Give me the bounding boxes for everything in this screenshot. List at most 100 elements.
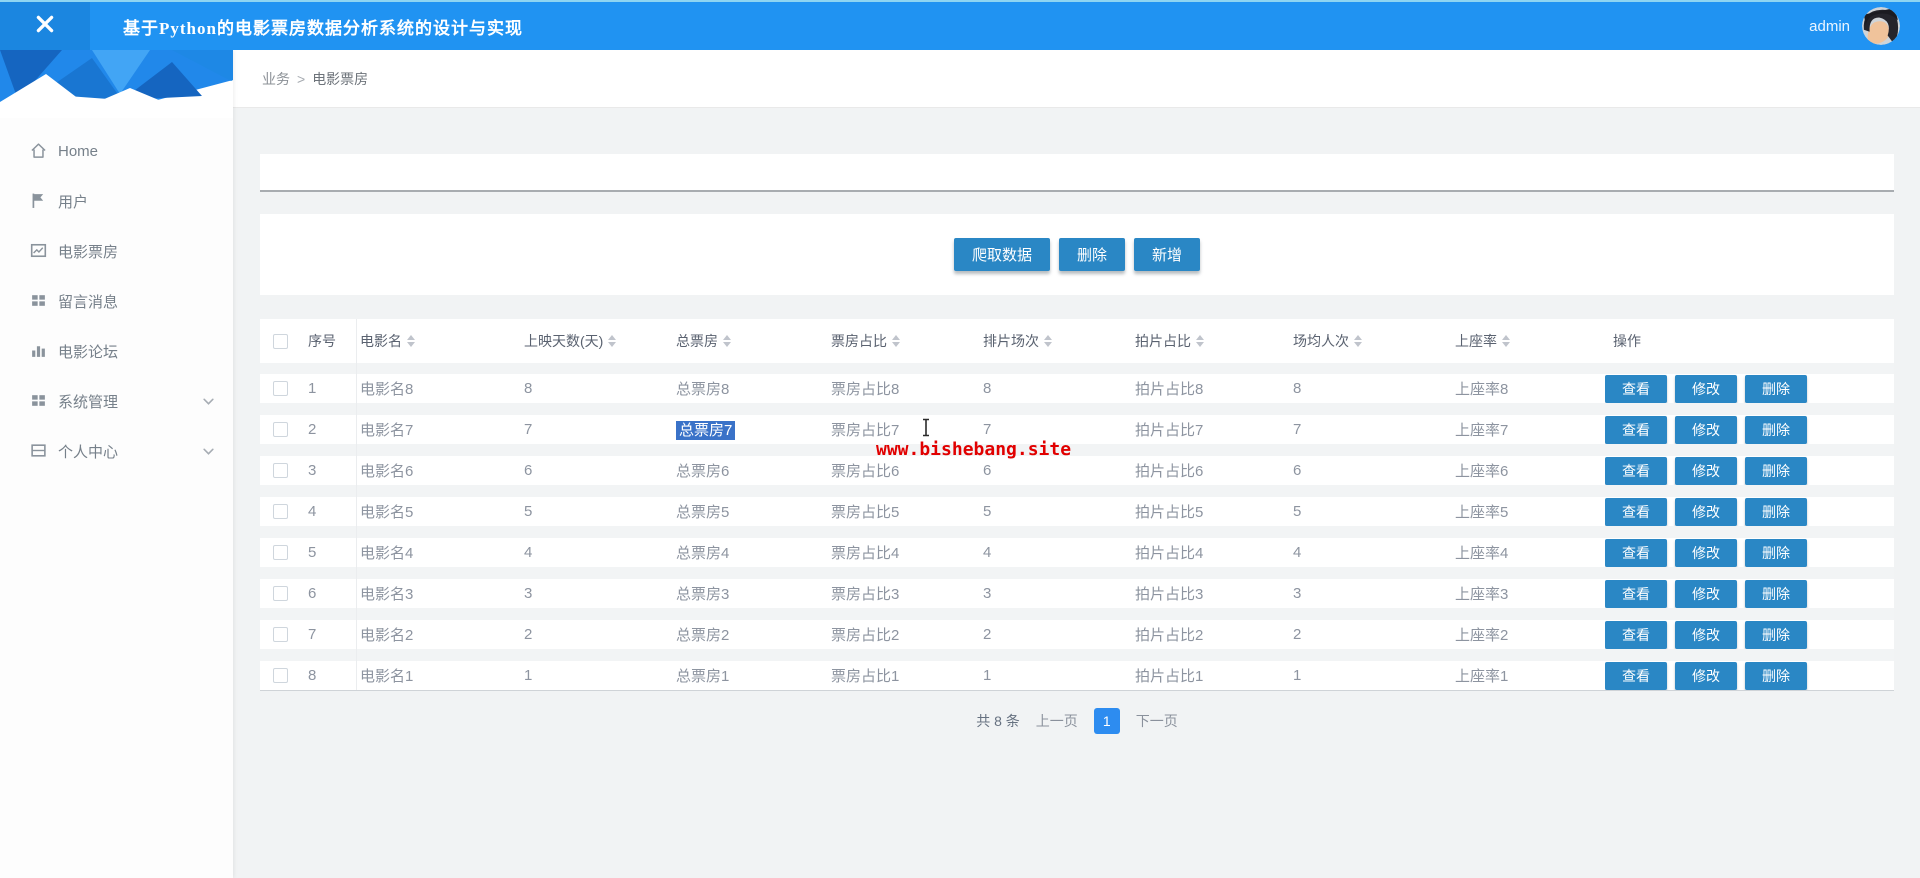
close-icon <box>34 13 56 40</box>
edit-button[interactable]: 修改 <box>1675 456 1737 485</box>
breadcrumb-current: 电影票房 <box>312 70 369 87</box>
sort-control[interactable] <box>723 335 731 347</box>
table-cell: 7 <box>1293 421 1302 438</box>
row-checkbox[interactable] <box>272 668 288 683</box>
sidebar-item-users[interactable]: 用户 <box>0 176 233 226</box>
table-cell: 总票房3 <box>676 586 730 603</box>
delete-row-button[interactable]: 删除 <box>1745 374 1807 403</box>
home-icon <box>30 142 48 160</box>
delete-row-button[interactable]: 删除 <box>1745 661 1807 690</box>
sort-control[interactable] <box>407 335 415 347</box>
sidebar-item-system[interactable]: 系统管理 <box>0 376 233 426</box>
row-checkbox[interactable] <box>272 504 288 519</box>
view-button[interactable]: 查看 <box>1605 538 1667 567</box>
delete-row-button[interactable]: 删除 <box>1745 415 1807 444</box>
table-cell: 票房占比7 <box>831 422 900 439</box>
table-cell: 票房占比3 <box>831 586 900 603</box>
table-cell: 拍片占比6 <box>1135 463 1204 480</box>
avatar[interactable] <box>1862 7 1900 45</box>
table-cell: 电影名3 <box>360 586 414 603</box>
edit-button[interactable]: 修改 <box>1675 374 1737 403</box>
edit-button[interactable]: 修改 <box>1675 497 1737 526</box>
view-button[interactable]: 查看 <box>1605 620 1667 649</box>
column-label: 排片场次 <box>983 333 1039 349</box>
table-cell: 2 <box>308 421 317 438</box>
delete-button[interactable]: 删除 <box>1058 238 1125 271</box>
row-checkbox[interactable] <box>272 627 288 642</box>
table-cell: 上座率7 <box>1455 422 1509 439</box>
table-cell: 上座率5 <box>1455 504 1509 521</box>
sidebar-item-home[interactable]: Home <box>0 126 233 176</box>
collapse-menu-button[interactable] <box>0 2 90 50</box>
top-header: 基于Python的电影票房数据分析系统的设计与实现 admin <box>0 0 1920 50</box>
table-cell: 7 <box>524 421 533 438</box>
sidebar-item-forum[interactable]: 电影论坛 <box>0 326 233 376</box>
row-checkbox[interactable] <box>272 463 288 478</box>
table-cell: 上座率2 <box>1455 627 1509 644</box>
sort-control[interactable] <box>1354 335 1362 347</box>
delete-row-button[interactable]: 删除 <box>1745 538 1807 567</box>
column-header: 场均人次 <box>1285 331 1447 351</box>
view-button[interactable]: 查看 <box>1605 497 1667 526</box>
delete-row-button[interactable]: 删除 <box>1745 620 1807 649</box>
watermark-text: www.bishebang.site <box>876 439 1072 460</box>
sort-control[interactable] <box>1044 335 1052 347</box>
table-cell: 电影名1 <box>360 668 414 685</box>
delete-row-button[interactable]: 删除 <box>1745 456 1807 485</box>
sidebar-item-label: 电影票房 <box>58 243 119 261</box>
sidebar-item-label: 留言消息 <box>58 293 119 311</box>
delete-row-button[interactable]: 删除 <box>1745 497 1807 526</box>
row-actions: 查看 修改 删除 <box>1605 538 1894 567</box>
view-button[interactable]: 查看 <box>1605 579 1667 608</box>
sidebar-item-profile[interactable]: 个人中心 <box>0 426 233 476</box>
table-row: 8 电影名1 1 总票房1 票房占比1 1 拍片占比1 1 上座率1 查看 修改 删除 <box>260 661 1894 690</box>
table-cell: 8 <box>1293 380 1302 397</box>
view-button[interactable]: 查看 <box>1605 415 1667 444</box>
edit-button[interactable]: 修改 <box>1675 415 1737 444</box>
table-cell: 4 <box>983 544 992 561</box>
table-cell: 5 <box>983 503 992 520</box>
table-cell: 6 <box>983 462 992 479</box>
sort-control[interactable] <box>608 335 617 347</box>
table-cell: 拍片占比1 <box>1135 668 1204 685</box>
crawl-data-button[interactable]: 爬取数据 <box>953 238 1050 271</box>
prev-page-button[interactable]: 上一页 <box>1036 711 1078 731</box>
table-cell: 6 <box>1293 462 1302 479</box>
add-button[interactable]: 新增 <box>1134 238 1201 271</box>
sort-control[interactable] <box>892 335 900 347</box>
table-cell: 拍片占比5 <box>1135 504 1204 521</box>
sidebar-item-boxoffice[interactable]: 电影票房 <box>0 226 233 276</box>
breadcrumb-separator: > <box>297 70 306 87</box>
sidebar-item-label: 用户 <box>58 193 89 211</box>
edit-button[interactable]: 修改 <box>1675 579 1737 608</box>
table-cell: 2 <box>983 626 992 643</box>
table-cell: 2 <box>524 626 533 643</box>
column-header: 上映天数(天) <box>516 331 668 351</box>
breadcrumb-section[interactable]: 业务 <box>262 69 290 89</box>
sort-control[interactable] <box>1502 335 1510 347</box>
page-1-button[interactable]: 1 <box>1093 708 1120 734</box>
select-all-checkbox[interactable] <box>272 333 288 349</box>
edit-button[interactable]: 修改 <box>1675 620 1737 649</box>
view-button[interactable]: 查看 <box>1605 374 1667 403</box>
view-button[interactable]: 查看 <box>1605 456 1667 485</box>
row-checkbox[interactable] <box>272 381 288 396</box>
edit-button[interactable]: 修改 <box>1675 661 1737 690</box>
row-checkbox[interactable] <box>272 545 288 560</box>
username-label: admin <box>1809 17 1850 35</box>
table-cell: 票房占比2 <box>831 627 900 644</box>
column-label: 总票房 <box>676 333 718 349</box>
row-actions: 查看 修改 删除 <box>1605 456 1894 485</box>
column-header: 排片场次 <box>975 331 1127 351</box>
next-page-button[interactable]: 下一页 <box>1136 711 1178 731</box>
edit-button[interactable]: 修改 <box>1675 538 1737 567</box>
content: 爬取数据 删除 新增 序号 电影名 上映天数(天) 总票房 票房占比 排片场次 拍片占比 场均人次… <box>233 108 1920 878</box>
row-checkbox[interactable] <box>272 422 288 437</box>
sidebar-item-messages[interactable]: 留言消息 <box>0 276 233 326</box>
row-checkbox[interactable] <box>272 586 288 601</box>
delete-row-button[interactable]: 删除 <box>1745 579 1807 608</box>
column-header: 票房占比 <box>823 331 975 351</box>
view-button[interactable]: 查看 <box>1605 661 1667 690</box>
table-cell: 总票房1 <box>676 668 730 685</box>
sort-control[interactable] <box>1196 335 1204 347</box>
